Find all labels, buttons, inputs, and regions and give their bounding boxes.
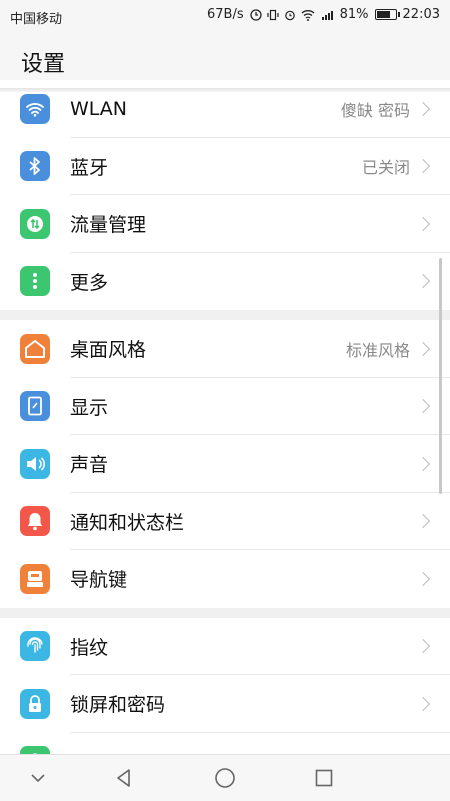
settings-item-security[interactable]: [0, 733, 450, 754]
recents-icon[interactable]: [311, 765, 337, 791]
vibrate-icon: [267, 9, 279, 20]
navigation-bar: [0, 754, 450, 801]
battery-percent: 81%: [339, 7, 369, 22]
settings-group: 桌面风格 标准风格显示声音通知和状态栏 导航键: [0, 320, 450, 608]
data-usage-icon: [20, 208, 50, 239]
clock: 22:03: [402, 7, 440, 22]
page-title: 设置: [21, 52, 66, 77]
settings-item-label: 通知和状态栏: [70, 511, 185, 534]
settings-item-label: 指纹: [70, 636, 109, 659]
chevron-right-icon: [415, 216, 431, 231]
shield-icon: [20, 746, 50, 754]
settings-item-nav-keys[interactable]: 导航键: [0, 550, 450, 608]
chevron-right-icon: [415, 159, 431, 174]
home-button-icon[interactable]: [212, 765, 238, 791]
settings-item-notifications[interactable]: 通知和状态栏: [0, 493, 450, 550]
scrollbar[interactable]: [439, 258, 442, 494]
lock-icon: [20, 688, 50, 719]
navigation-key-icon: [20, 563, 50, 594]
wifi-icon: [20, 93, 50, 124]
settings-item-value: 标准风格: [345, 340, 410, 360]
settings-item-display[interactable]: 显示: [0, 378, 450, 435]
settings-item-fingerprint[interactable]: 指纹: [0, 618, 450, 675]
chevron-right-icon: [415, 571, 431, 586]
settings-item-label: 显示: [70, 396, 109, 419]
group-separator: [0, 310, 450, 320]
settings-item-label: 桌面风格: [70, 339, 147, 362]
battery-icon: [374, 9, 400, 20]
bell-icon: [20, 506, 50, 537]
back-icon[interactable]: [111, 765, 137, 791]
chevron-right-icon: [415, 101, 431, 116]
settings-group: WLAN 傻缺 密码蓝牙 已关闭流量管理更多: [0, 80, 450, 310]
status-icons: [249, 8, 334, 21]
settings-item-more[interactable]: 更多: [0, 253, 450, 311]
settings-item-label: 流量管理: [70, 214, 147, 237]
carrier-name: 中国移动: [10, 12, 63, 27]
settings-item-label: 导航键: [70, 569, 128, 592]
network-speed: 67B/s: [207, 7, 244, 22]
chevron-right-icon: [415, 341, 431, 356]
status-bar: 中国移动 67B/s 81% 22:03: [0, 0, 450, 32]
bluetooth-icon: [20, 151, 50, 182]
settings-item-value: 已关闭: [361, 158, 410, 178]
chevron-right-icon: [415, 456, 431, 471]
alarm-icon: [284, 10, 295, 20]
settings-item-label: WLAN: [70, 97, 128, 120]
display-icon: [20, 391, 50, 422]
group-separator: [0, 607, 450, 618]
settings-item-bluetooth[interactable]: 蓝牙 已关闭: [0, 138, 450, 195]
header-divider: [0, 88, 450, 92]
chevron-right-icon: [415, 399, 431, 414]
speaker-icon: [20, 448, 50, 479]
chevron-right-icon: [415, 696, 431, 711]
signal-4g-icon: [321, 10, 333, 20]
chevron-right-icon: [415, 514, 431, 529]
settings-item-label: 更多: [70, 271, 109, 294]
hide-nav-icon[interactable]: [25, 765, 51, 791]
settings-group: 指纹 锁屏和密码: [0, 617, 450, 754]
home-icon: [20, 333, 50, 364]
fingerprint-icon: [20, 631, 50, 662]
more-dots-icon: [20, 266, 50, 297]
chevron-right-icon: [415, 274, 431, 289]
status-right: 67B/s 81% 22:03: [207, 7, 440, 22]
settings-item-data-usage[interactable]: 流量管理: [0, 195, 450, 253]
settings-item-label: 声音: [70, 454, 109, 477]
settings-item-home-style[interactable]: 桌面风格 标准风格: [0, 320, 450, 378]
data-saver-icon: [249, 8, 262, 21]
wifi-icon: [301, 9, 315, 21]
settings-item-lock-screen[interactable]: 锁屏和密码: [0, 675, 450, 733]
settings-item-label: 锁屏和密码: [70, 694, 166, 717]
chevron-right-icon: [415, 639, 431, 654]
settings-item-sound[interactable]: 声音: [0, 435, 450, 493]
settings-item-value: 傻缺 密码: [340, 100, 410, 120]
settings-item-label: 蓝牙: [70, 156, 109, 179]
settings-list[interactable]: WLAN 傻缺 密码蓝牙 已关闭流量管理更多桌面风格 标准风格显示声音通知和状态栏 导航…: [0, 80, 450, 754]
